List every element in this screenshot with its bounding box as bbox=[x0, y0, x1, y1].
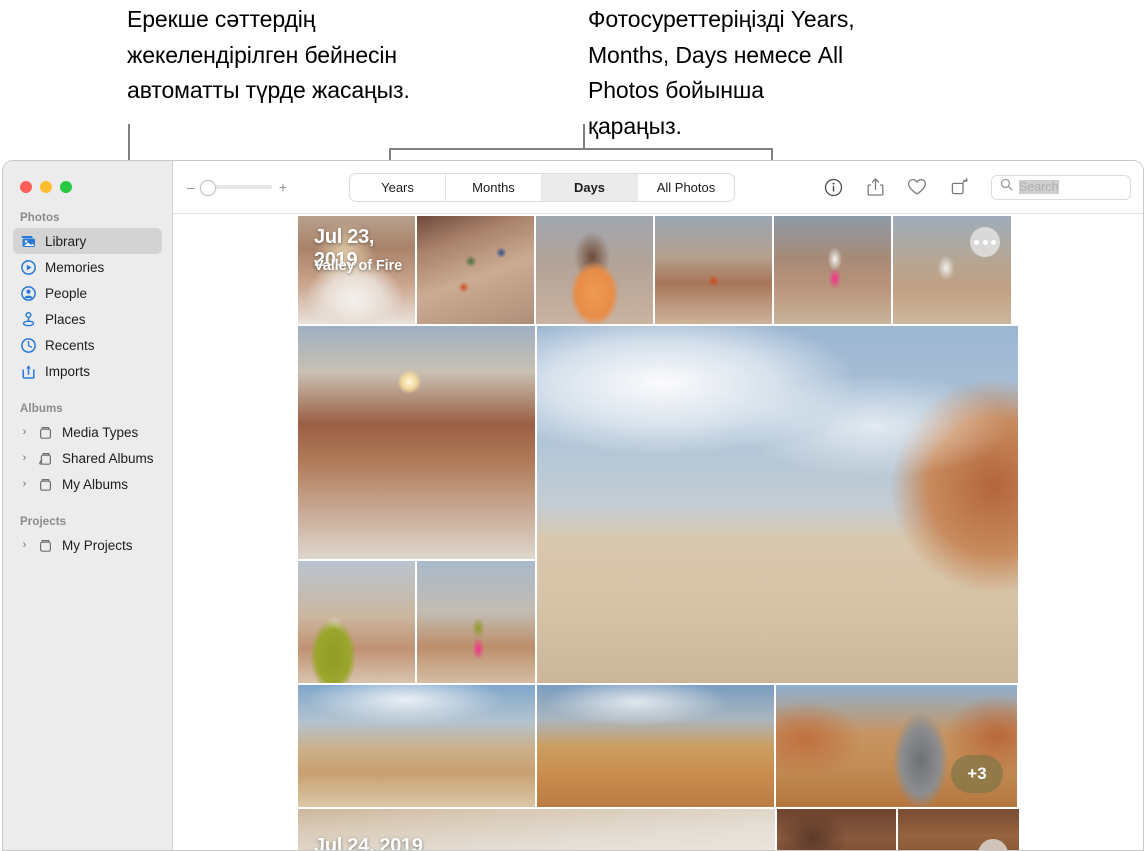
search-icon bbox=[1000, 178, 1013, 196]
sidebar-item-my-projects[interactable]: › My Projects bbox=[13, 532, 162, 558]
photo-row: Jul 24, 2019 bbox=[298, 809, 1019, 850]
photo-thumbnail[interactable] bbox=[298, 326, 535, 559]
zoom-slider-track[interactable] bbox=[199, 180, 272, 196]
sidebar-item-media-types[interactable]: › Media Types bbox=[13, 419, 162, 445]
recents-icon bbox=[20, 337, 37, 354]
sidebar-item-label: Imports bbox=[45, 363, 91, 379]
toolbar: – + Years Months Days All Photos Search bbox=[173, 161, 1143, 214]
chevron-right-icon[interactable]: › bbox=[20, 426, 29, 438]
imports-icon bbox=[20, 363, 37, 380]
sidebar-section-projects: Projects bbox=[20, 516, 67, 528]
people-icon bbox=[20, 285, 37, 302]
sidebar-item-people[interactable]: People bbox=[13, 280, 162, 306]
group-place-label: Valley of Fire bbox=[314, 258, 403, 274]
sidebar-section-photos: Photos bbox=[20, 212, 60, 224]
sidebar-item-imports[interactable]: Imports bbox=[13, 358, 162, 384]
album-icon bbox=[37, 537, 54, 554]
library-icon bbox=[20, 233, 37, 250]
sidebar-item-label: Recents bbox=[45, 337, 95, 353]
sidebar-item-label: Library bbox=[45, 233, 87, 249]
sidebar-section-albums: Albums bbox=[20, 403, 63, 415]
search-input[interactable]: Search bbox=[1019, 180, 1059, 194]
tab-years[interactable]: Years bbox=[350, 173, 446, 201]
zoom-slider-knob[interactable] bbox=[199, 180, 216, 196]
shared-album-icon bbox=[37, 450, 54, 467]
places-icon bbox=[20, 311, 37, 328]
leader-line-viewmodes-stem bbox=[583, 124, 585, 150]
tab-all-photos[interactable]: All Photos bbox=[638, 174, 734, 201]
sidebar: Photos Library Memories People Places Re… bbox=[3, 161, 173, 850]
photo-thumbnail[interactable] bbox=[298, 685, 535, 807]
more-photos-badge[interactable]: +3 bbox=[951, 755, 1003, 793]
group-overflow-menu-button[interactable] bbox=[970, 227, 1000, 257]
sidebar-item-places[interactable]: Places bbox=[13, 306, 162, 332]
photo-thumbnail[interactable]: +3 bbox=[776, 685, 1017, 807]
album-icon bbox=[37, 476, 54, 493]
photo-row: +3 bbox=[298, 685, 1019, 807]
chevron-right-icon[interactable]: › bbox=[20, 452, 29, 464]
photo-thumbnail[interactable]: Jul 24, 2019 bbox=[298, 809, 775, 850]
sidebar-item-memories[interactable]: Memories bbox=[13, 254, 162, 280]
photo-row: Jul 23, 2019 Valley of Fire bbox=[298, 216, 1019, 324]
zoom-in-label[interactable]: + bbox=[279, 180, 287, 194]
sidebar-item-label: Shared Albums bbox=[62, 450, 154, 466]
photo-row bbox=[298, 326, 1019, 683]
photo-thumbnail[interactable] bbox=[776, 809, 897, 850]
callout-text-memories: Ерекше сәттердің жекелендірілген бейнесі… bbox=[127, 6, 410, 103]
favorite-heart-icon[interactable] bbox=[907, 176, 927, 198]
view-mode-segment-wrap: Years Months Days All Photos bbox=[287, 172, 797, 202]
photo-thumbnail[interactable] bbox=[417, 561, 535, 683]
sidebar-item-label: Memories bbox=[45, 259, 105, 275]
photo-thumbnail[interactable] bbox=[298, 561, 415, 683]
sidebar-item-label: People bbox=[45, 285, 88, 301]
photo-thumbnail[interactable] bbox=[655, 216, 772, 324]
sidebar-item-label: My Projects bbox=[62, 537, 133, 553]
main-area: – + Years Months Days All Photos Search … bbox=[173, 161, 1143, 850]
chevron-right-icon[interactable]: › bbox=[20, 539, 29, 551]
share-icon[interactable] bbox=[865, 176, 885, 198]
sidebar-item-label: My Albums bbox=[62, 476, 129, 492]
sidebar-item-shared-albums[interactable]: › Shared Albums bbox=[13, 445, 162, 471]
window-controls bbox=[3, 161, 172, 193]
sidebar-item-library[interactable]: Library bbox=[13, 228, 162, 254]
sidebar-item-label: Media Types bbox=[62, 424, 139, 440]
photo-grid[interactable]: Jul 23, 2019 Valley of Fire +3 Jul 24, 2… bbox=[173, 214, 1143, 850]
photo-thumbnail[interactable] bbox=[536, 216, 653, 324]
memories-icon bbox=[20, 258, 37, 276]
toolbar-buttons bbox=[823, 176, 969, 198]
photo-thumbnail[interactable] bbox=[893, 216, 1011, 324]
rotate-icon[interactable] bbox=[949, 176, 969, 198]
sidebar-item-label: Places bbox=[45, 311, 86, 327]
photo-thumbnail[interactable] bbox=[537, 326, 1018, 683]
tab-months[interactable]: Months bbox=[446, 173, 542, 201]
zoom-slider[interactable]: – + bbox=[187, 180, 287, 196]
photo-thumbnail[interactable]: Jul 23, 2019 Valley of Fire bbox=[298, 216, 415, 324]
search-field[interactable]: Search bbox=[991, 174, 1131, 200]
chevron-right-icon[interactable]: › bbox=[20, 478, 29, 490]
album-icon bbox=[37, 424, 54, 441]
photos-app-window: Photos Library Memories People Places Re… bbox=[2, 160, 1144, 851]
sidebar-item-recents[interactable]: Recents bbox=[13, 332, 162, 358]
tab-days[interactable]: Days bbox=[542, 173, 638, 201]
photo-thumbnail[interactable] bbox=[774, 216, 891, 324]
callout-text-view-modes: Фотосуреттеріңізді Years, Months, Days н… bbox=[588, 6, 855, 139]
view-mode-segmented-control[interactable]: Years Months Days All Photos bbox=[349, 172, 735, 202]
sidebar-item-my-albums[interactable]: › My Albums bbox=[13, 471, 162, 497]
close-button[interactable] bbox=[20, 181, 32, 193]
photo-thumbnail[interactable] bbox=[537, 685, 774, 807]
zoom-button[interactable] bbox=[60, 181, 72, 193]
group-date-label: Jul 24, 2019 bbox=[314, 835, 423, 850]
photo-thumbnail[interactable] bbox=[417, 216, 534, 324]
minimize-button[interactable] bbox=[40, 181, 52, 193]
info-icon[interactable] bbox=[823, 176, 843, 198]
zoom-out-label[interactable]: – bbox=[187, 180, 195, 194]
photo-thumbnail[interactable] bbox=[898, 809, 1019, 850]
